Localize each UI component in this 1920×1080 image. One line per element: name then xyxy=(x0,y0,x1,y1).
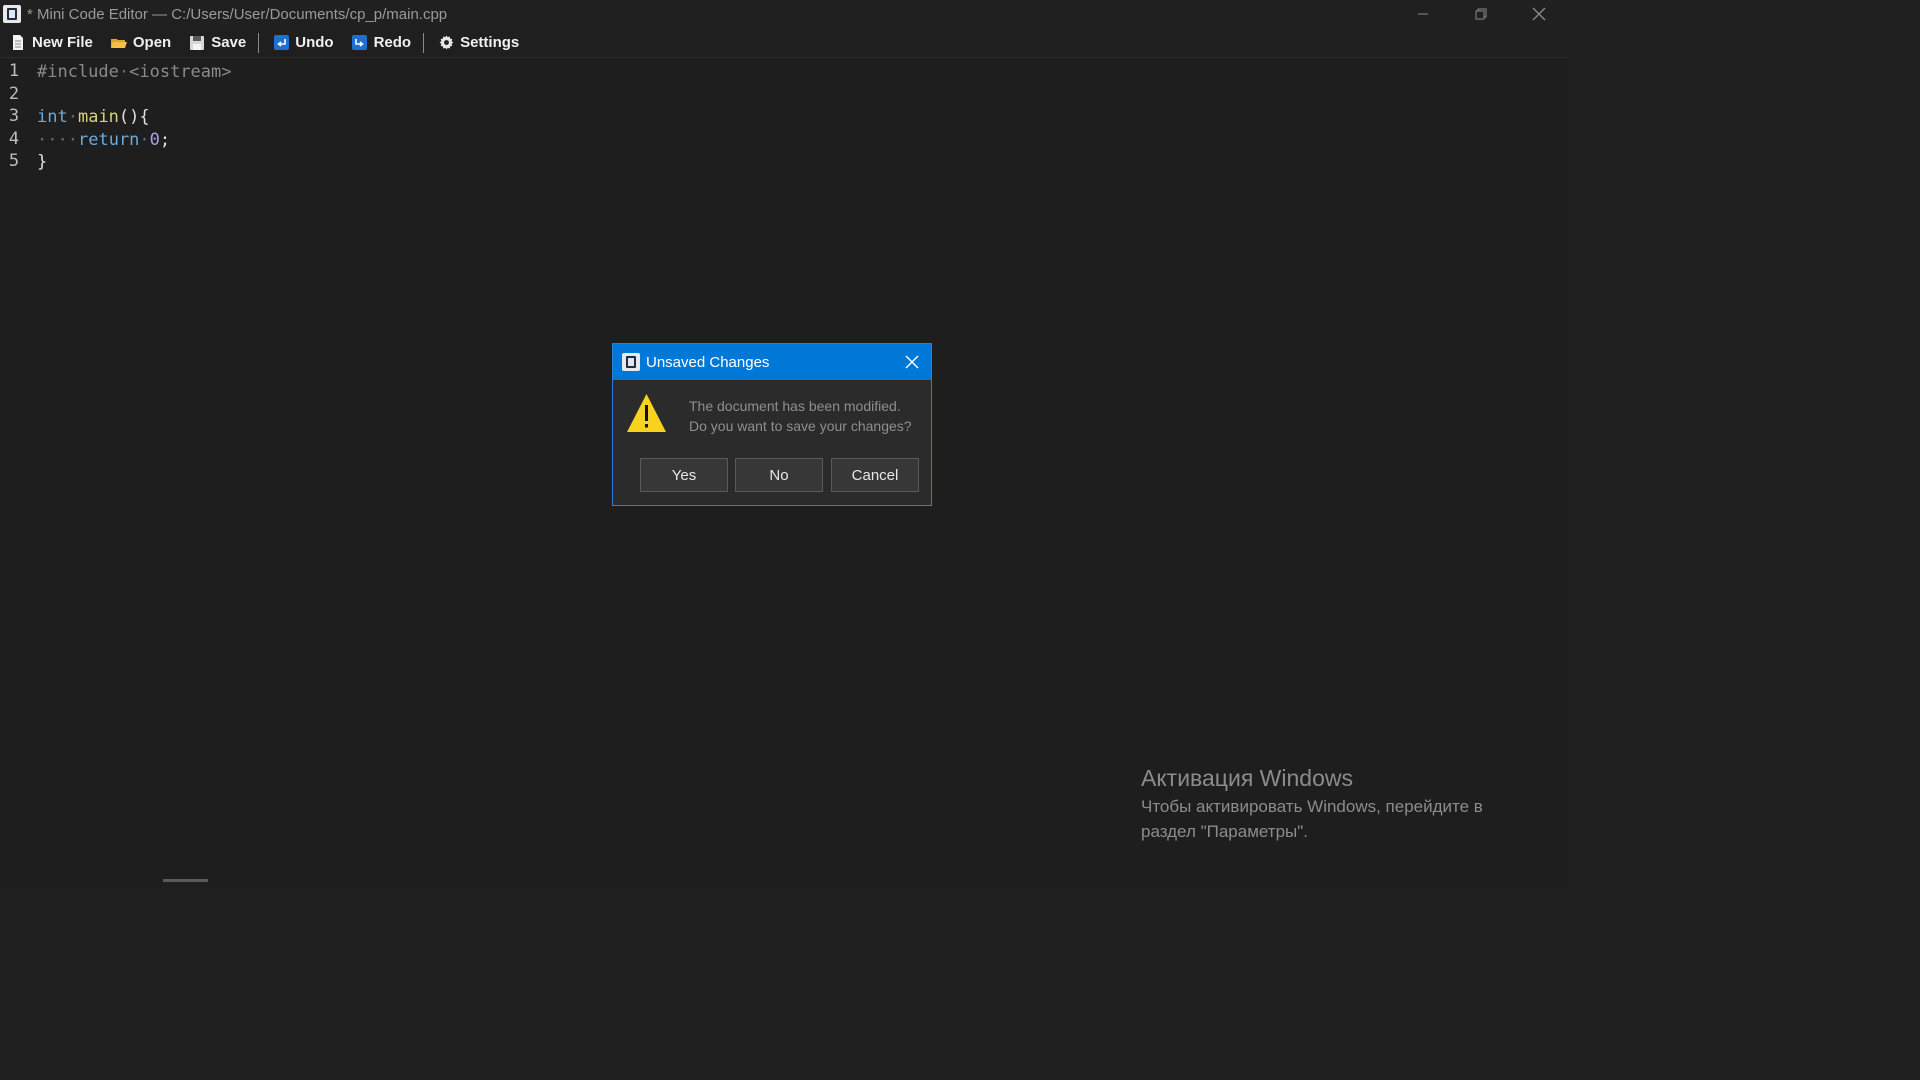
unsaved-changes-dialog: Unsaved Changes The document has been mo… xyxy=(612,343,932,506)
line-number: 5 xyxy=(8,151,20,171)
minimize-button[interactable] xyxy=(1394,0,1452,28)
open-label: Open xyxy=(132,34,172,51)
restore-icon xyxy=(1475,8,1487,20)
new-file-icon xyxy=(10,35,26,51)
close-button[interactable] xyxy=(1510,0,1568,28)
save-icon xyxy=(189,35,205,51)
line-number: 1 xyxy=(8,61,20,81)
horizontal-scrollbar[interactable] xyxy=(163,879,208,882)
dialog-title-bar: Unsaved Changes xyxy=(613,344,931,380)
dialog-body: The document has been modified. Do you w… xyxy=(613,380,931,506)
redo-button[interactable]: Redo xyxy=(342,31,420,55)
window-title: * Mini Code Editor — C:/Users/User/Docum… xyxy=(27,5,448,23)
code-line: #include·<iostream> xyxy=(37,62,232,82)
app-icon xyxy=(3,5,21,23)
cancel-button[interactable]: Cancel xyxy=(831,458,919,492)
save-label: Save xyxy=(211,34,247,51)
undo-label: Undo xyxy=(295,34,334,51)
close-icon xyxy=(1532,7,1546,21)
open-button[interactable]: Open xyxy=(101,31,179,55)
undo-button[interactable]: Undo xyxy=(263,31,341,55)
line-number: 3 xyxy=(8,106,20,126)
code-line: } xyxy=(37,152,48,172)
yes-button[interactable]: Yes xyxy=(640,458,728,492)
toolbar: New File Open Save Undo Redo Settings xyxy=(0,28,1568,58)
settings-button[interactable]: Settings xyxy=(428,31,527,55)
line-number: 2 xyxy=(8,83,20,104)
no-button[interactable]: No xyxy=(735,458,823,492)
title-bar: * Mini Code Editor — C:/Users/User/Docum… xyxy=(0,0,1568,28)
activation-title: Активация Windows xyxy=(1141,765,1353,791)
toolbar-separator xyxy=(258,32,260,53)
redo-label: Redo xyxy=(373,34,412,51)
windows-activation-watermark: Активация Windows Чтобы активировать Win… xyxy=(1141,764,1531,844)
dialog-message: The document has been modified. Do you w… xyxy=(689,396,912,436)
redo-icon xyxy=(352,35,368,51)
warning-icon xyxy=(627,394,666,432)
minimize-icon xyxy=(1418,13,1428,15)
dialog-message-line: The document has been modified. xyxy=(689,398,901,414)
activation-text: Чтобы активировать Windows, перейдите в … xyxy=(1141,797,1483,841)
save-button[interactable]: Save xyxy=(179,31,254,55)
dialog-message-line: Do you want to save your changes? xyxy=(689,418,912,434)
dialog-close-button[interactable] xyxy=(903,353,921,371)
close-icon xyxy=(905,355,919,369)
restore-button[interactable] xyxy=(1452,0,1510,28)
window-controls xyxy=(1394,0,1568,28)
undo-icon xyxy=(273,35,289,51)
folder-icon xyxy=(110,35,127,51)
gear-icon xyxy=(438,35,454,51)
line-number-gutter: 1 2 3 4 5 xyxy=(0,60,28,173)
dialog-title: Unsaved Changes xyxy=(646,353,770,371)
settings-label: Settings xyxy=(460,34,520,51)
line-number: 4 xyxy=(8,128,20,149)
app-icon xyxy=(622,353,640,371)
new-file-button[interactable]: New File xyxy=(0,31,101,55)
code-area[interactable]: #include·<iostream> int·main(){ ····retu… xyxy=(37,60,232,173)
code-line: int·main(){ xyxy=(37,107,150,127)
code-line: ····return·0; xyxy=(37,129,171,150)
toolbar-separator xyxy=(423,32,425,53)
new-file-label: New File xyxy=(32,34,93,51)
